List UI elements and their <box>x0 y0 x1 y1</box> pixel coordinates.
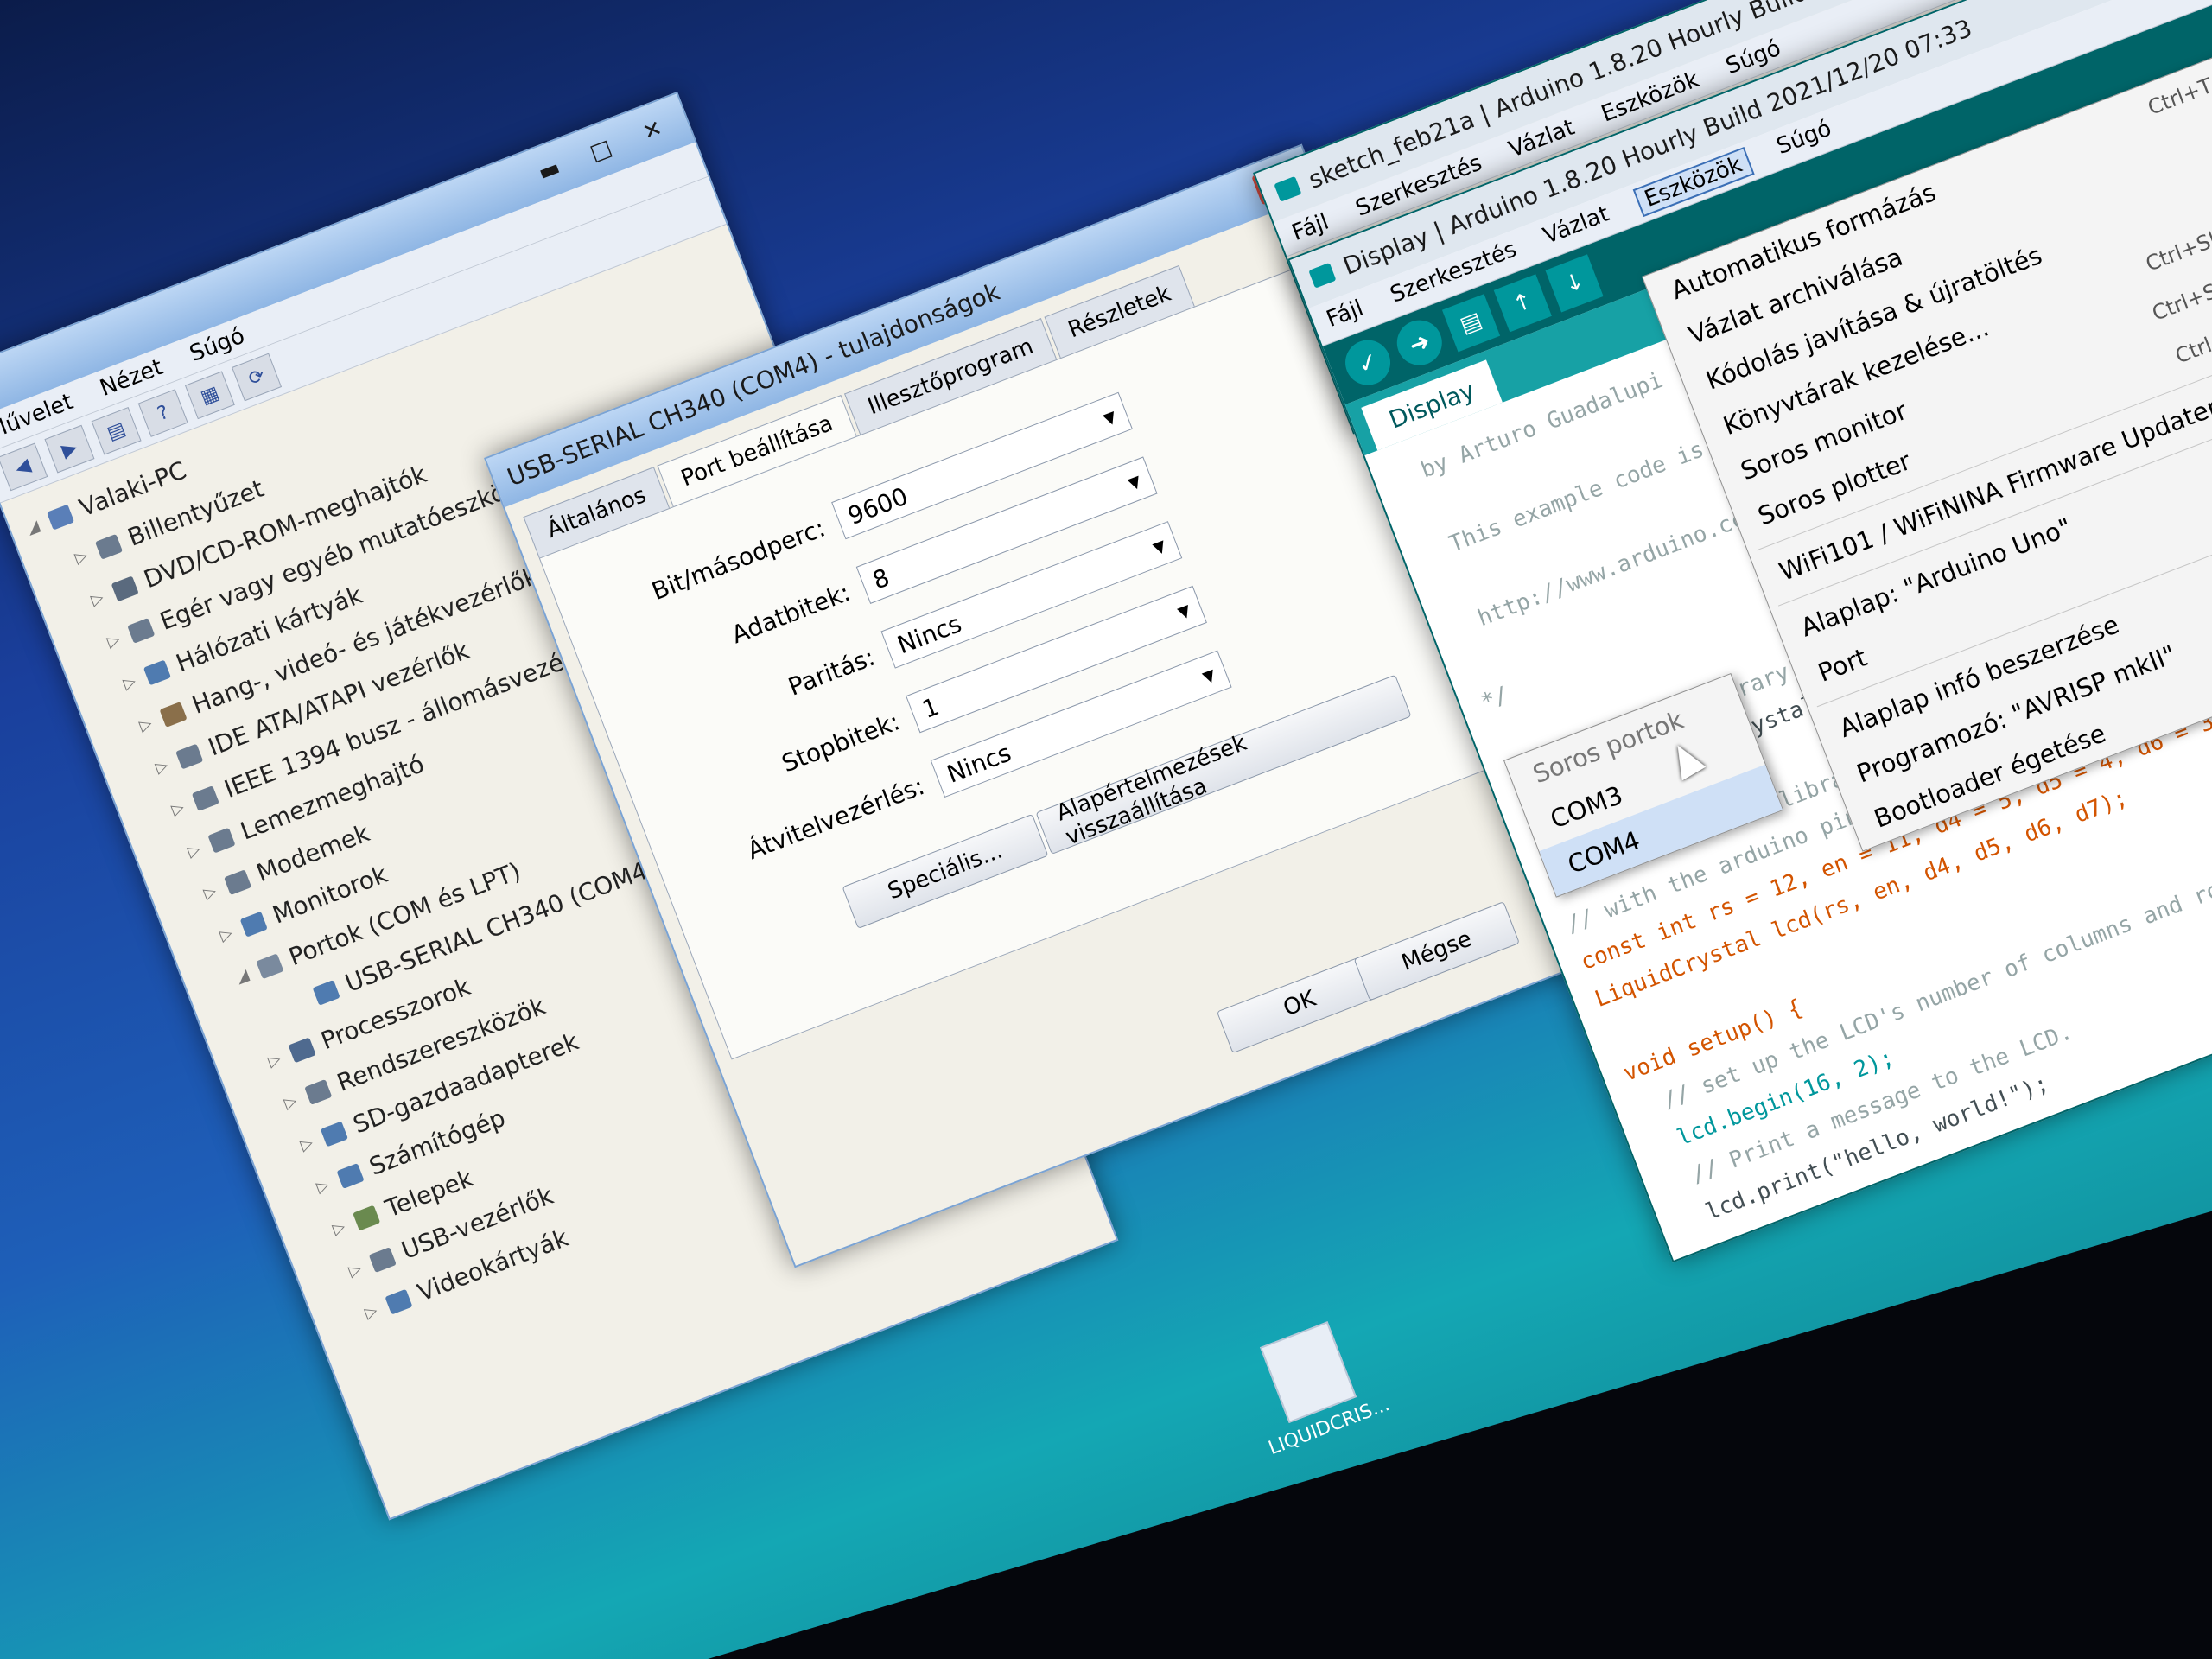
device-category-icon <box>159 702 188 728</box>
tools-menu-item-label: Port <box>1814 642 1872 688</box>
expand-arrow-icon[interactable]: ▷ <box>293 1121 322 1167</box>
device-category-icon <box>207 827 236 854</box>
taskbar-item-toolbox[interactable] <box>1123 1555 1227 1633</box>
minimize-icon[interactable]: ▬ <box>524 148 575 193</box>
menu-file[interactable]: Fájl <box>1323 296 1368 336</box>
screen: ▬ □ ✕ Művelet Nézet Súgó ◀ ▶ ▤ ? ▦ ⟳ ◢ V… <box>0 0 2212 1659</box>
device-category-icon <box>288 1037 316 1064</box>
back-arrow-icon[interactable]: ◀ <box>0 442 48 492</box>
device-category-icon <box>304 1078 333 1105</box>
cancel-button[interactable]: Mégse <box>1353 901 1520 1001</box>
expand-arrow-icon[interactable]: ▷ <box>149 743 178 790</box>
flow-control-value: Nincs <box>943 738 1015 789</box>
maximize-icon[interactable]: □ <box>575 128 627 173</box>
chevron-down-icon: ▾ <box>1123 466 1146 497</box>
expand-arrow-icon[interactable]: ▷ <box>213 911 242 957</box>
expand-arrow-icon[interactable]: ▷ <box>116 659 145 706</box>
arduino-logo-icon <box>1308 262 1337 289</box>
chevron-down-icon: ▾ <box>1098 401 1121 433</box>
new-sketch-icon[interactable]: ▤ <box>1441 294 1501 353</box>
tree-view-icon[interactable]: ▤ <box>91 406 142 455</box>
device-category-icon <box>127 617 156 644</box>
close-icon[interactable]: ✕ <box>626 109 678 154</box>
expand-arrow-icon[interactable]: ▷ <box>84 575 113 622</box>
device-category-icon <box>320 1121 349 1147</box>
scan-hardware-icon[interactable]: ⟳ <box>232 353 283 402</box>
expand-arrow-icon[interactable]: ▷ <box>100 618 130 664</box>
device-category-icon <box>256 953 284 980</box>
chevron-down-icon: ▾ <box>1198 659 1220 691</box>
device-category-icon <box>312 979 340 1006</box>
device-category-icon <box>94 533 124 560</box>
expand-arrow-icon[interactable]: ▷ <box>261 1037 290 1084</box>
help-icon[interactable]: ? <box>137 389 188 437</box>
expand-arrow-icon[interactable]: ▷ <box>164 785 194 832</box>
device-category-icon <box>224 869 252 896</box>
expand-arrow-icon[interactable]: ▷ <box>309 1163 339 1210</box>
arduino-logo-icon <box>1274 175 1302 202</box>
menu-file[interactable]: Fájl <box>1288 209 1332 246</box>
taskbar-item-explorer[interactable] <box>994 1599 1097 1659</box>
bps-value: 9600 <box>843 481 912 531</box>
chevron-down-icon: ▾ <box>1173 594 1195 626</box>
folder-icon <box>1260 1321 1357 1424</box>
expand-arrow-icon[interactable]: ▷ <box>132 702 162 748</box>
open-sketch-icon[interactable]: ↑ <box>1493 274 1552 333</box>
computer-icon <box>46 504 75 531</box>
collapse-arrow-icon[interactable]: ◢ <box>19 504 48 550</box>
device-category-icon <box>353 1205 381 1231</box>
expand-arrow-icon[interactable]: ▷ <box>326 1205 355 1251</box>
expand-arrow-icon[interactable]: ▷ <box>181 827 210 874</box>
expand-arrow-icon[interactable]: ◢ <box>229 953 258 1000</box>
chevron-down-icon: ▾ <box>1147 530 1170 562</box>
advanced-button[interactable]: Speciális... <box>842 813 1049 929</box>
upload-icon[interactable]: ➜ <box>1390 314 1449 372</box>
device-category-icon <box>175 743 204 770</box>
device-category-icon <box>385 1288 413 1315</box>
save-sketch-icon[interactable]: ↓ <box>1545 254 1604 313</box>
device-category-icon <box>111 575 139 602</box>
expand-arrow-icon[interactable]: ▷ <box>67 533 97 580</box>
stop-bits-value: 1 <box>918 691 944 724</box>
desktop-icon-liquidcrystal[interactable]: LIQUIDCRIS... <box>1230 1310 1398 1462</box>
device-category-icon <box>336 1163 365 1189</box>
device-category-icon <box>368 1247 397 1274</box>
expand-arrow-icon[interactable]: ▷ <box>358 1288 387 1335</box>
device-category-icon <box>239 911 268 938</box>
properties-icon[interactable]: ▦ <box>184 371 235 420</box>
expand-arrow-icon[interactable] <box>293 1001 306 1006</box>
forward-arrow-icon[interactable]: ▶ <box>44 424 95 474</box>
expand-arrow-icon[interactable]: ▷ <box>197 869 226 916</box>
verify-icon[interactable]: ✓ <box>1338 334 1397 392</box>
expand-arrow-icon[interactable]: ▷ <box>277 1079 307 1126</box>
device-category-icon <box>191 785 219 812</box>
expand-arrow-icon[interactable]: ▷ <box>341 1247 371 1294</box>
data-bits-value: 8 <box>868 563 893 595</box>
tools-menu-item-shortcut: Ctrl+T <box>2144 73 2212 120</box>
parity-value: Nincs <box>893 608 966 659</box>
device-category-icon <box>143 659 172 686</box>
